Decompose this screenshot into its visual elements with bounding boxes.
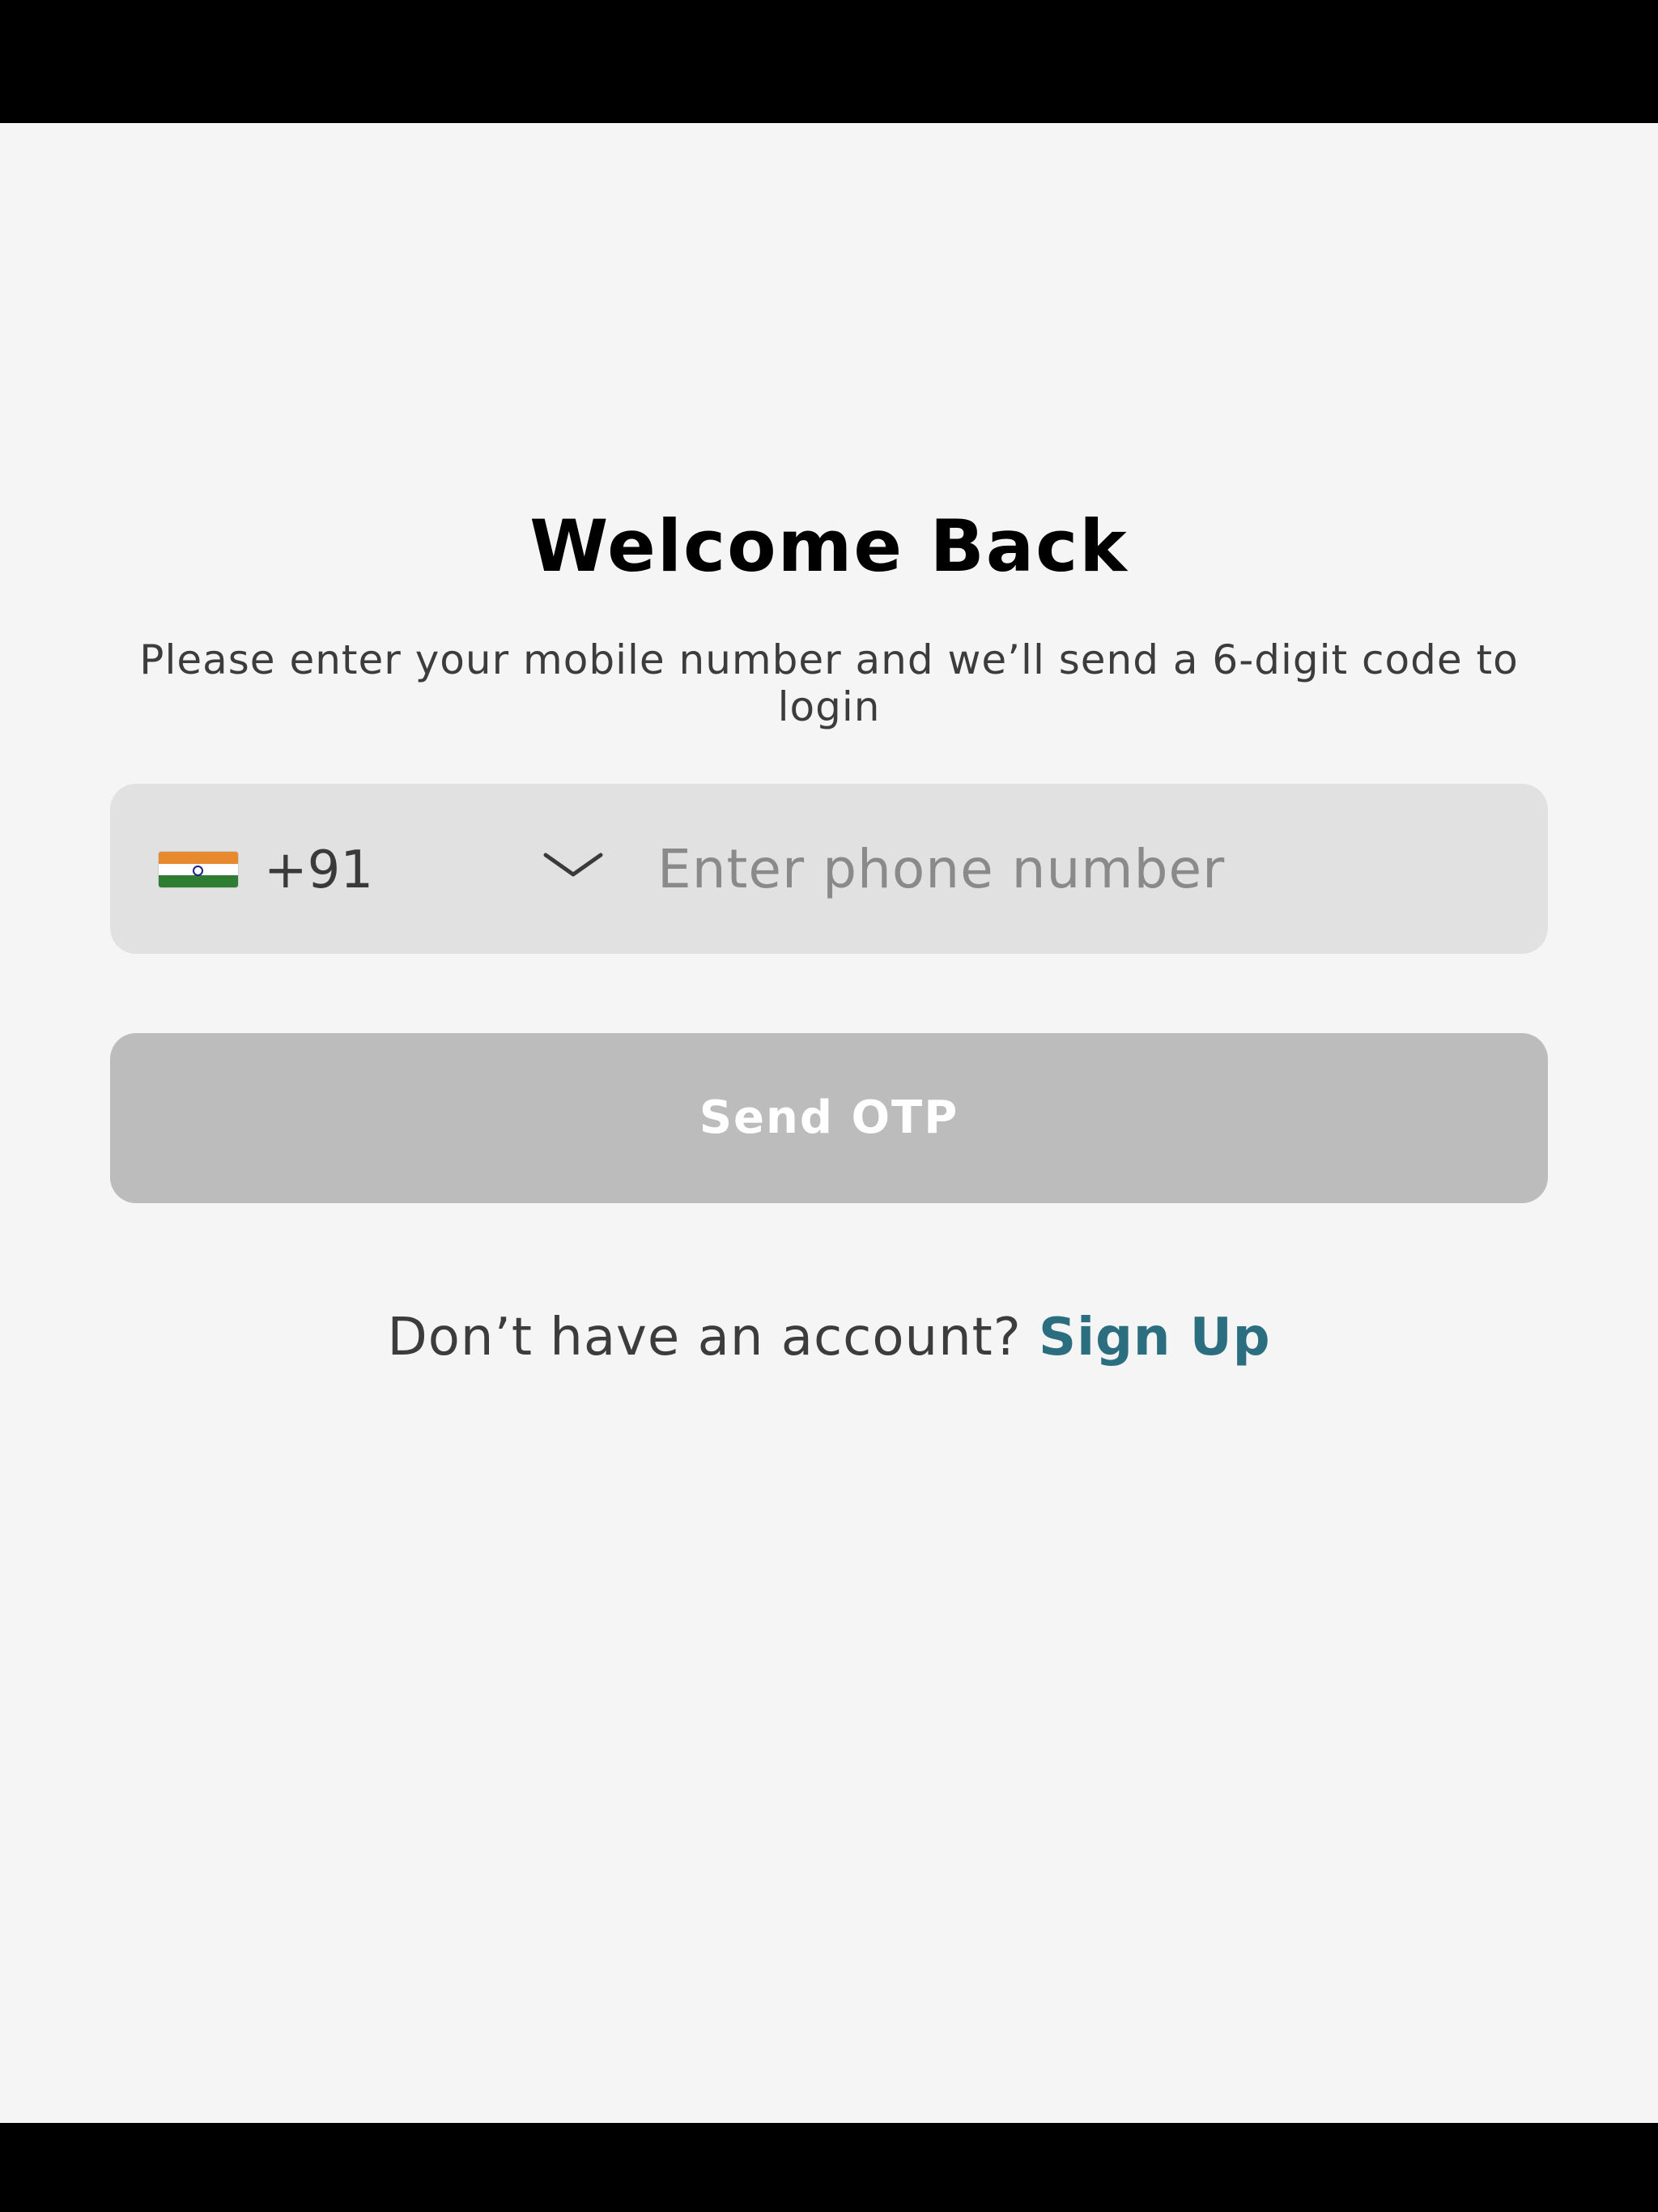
top-system-bar — [0, 0, 1658, 123]
sign-up-link[interactable]: Sign Up — [1039, 1308, 1270, 1368]
dial-code: +91 — [264, 840, 374, 900]
phone-field: +91 — [110, 784, 1548, 954]
signup-prompt-row: Don’t have an account? Sign Up — [0, 1305, 1658, 1370]
signup-prompt-text: Don’t have an account? — [387, 1308, 1022, 1368]
page-subtitle: Please enter your mobile number and we’l… — [139, 636, 1519, 730]
chevron-down-icon — [543, 853, 603, 877]
page-title: Welcome Back — [529, 504, 1129, 588]
india-flag-icon — [159, 852, 238, 887]
phone-number-input[interactable] — [657, 816, 1516, 921]
bottom-system-bar — [0, 2123, 1658, 2212]
send-otp-button[interactable]: Send OTP — [110, 1033, 1548, 1203]
country-code-picker[interactable]: +91 — [159, 784, 693, 954]
